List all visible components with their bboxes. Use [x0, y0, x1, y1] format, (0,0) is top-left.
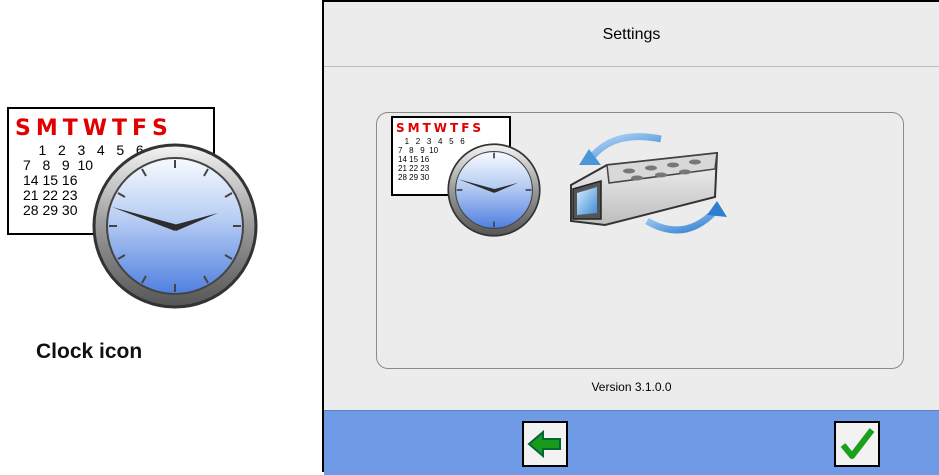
title-divider	[324, 66, 939, 67]
confirm-button[interactable]	[834, 421, 880, 467]
back-button[interactable]	[522, 421, 568, 467]
clock-icon-enlarged: SMTWTFS 1 2 3 4 5 6 7 8 9 10 14 15 16 21…	[7, 107, 259, 309]
settings-window: Settings SMTWTFS 1 2 3 4 5 6 7 8 9 10 14…	[322, 0, 939, 475]
back-arrow-icon	[527, 429, 561, 459]
window-title: Settings	[602, 26, 661, 43]
clock-icon	[447, 143, 541, 237]
date-time-setting-button[interactable]: SMTWTFS 1 2 3 4 5 6 7 8 9 10 14 15 16 21…	[391, 116, 541, 244]
bottom-toolbar	[324, 410, 939, 475]
calendar-weekdays: SMTWTFS	[396, 121, 485, 135]
icon-caption: Clock icon	[36, 340, 143, 363]
version-label: Version 3.1.0.0	[591, 380, 672, 394]
device-sync-icon	[570, 133, 727, 234]
calendar-weekdays: SMTWTFS	[15, 116, 173, 141]
settings-panel: SMTWTFS 1 2 3 4 5 6 7 8 9 10 14 15 16 21…	[376, 112, 904, 369]
device-sync-setting-button[interactable]	[565, 125, 735, 245]
clock-icon	[92, 143, 258, 309]
checkmark-icon	[840, 428, 875, 459]
